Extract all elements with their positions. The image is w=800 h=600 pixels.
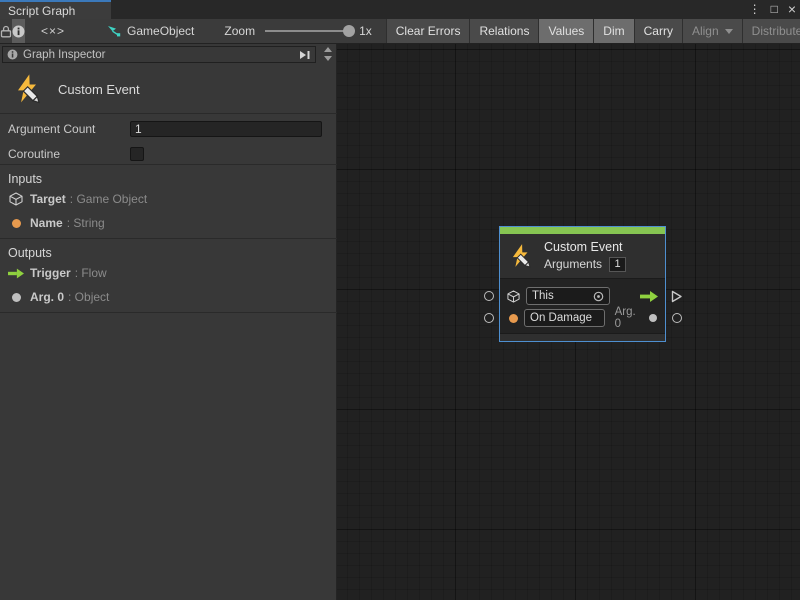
zoom-control: Zoom 1x xyxy=(224,19,371,43)
relations-button[interactable]: Relations xyxy=(469,19,538,43)
dock-panel-icon[interactable] xyxy=(299,50,311,60)
inputs-section: Inputs Target : Game Object Name : Strin… xyxy=(0,164,337,234)
port-row-trigger: Trigger : Flow xyxy=(8,262,337,284)
argument-count-input[interactable]: 1 xyxy=(130,121,322,137)
tab-bar: Script Graph ⋮ □ × xyxy=(0,0,800,19)
zoom-slider[interactable] xyxy=(265,30,353,32)
event-node-green-bar xyxy=(500,227,665,234)
tab-script-graph[interactable]: Script Graph xyxy=(0,0,111,19)
arguments-label: Arguments xyxy=(544,257,602,271)
gameobject-label: GameObject xyxy=(127,24,194,38)
unity-visual-scripting-window: Script Graph ⋮ □ × <×> xyxy=(0,0,800,600)
unit-settings: Argument Count 1 Coroutine xyxy=(0,114,337,164)
graph-inspector-header: Graph Inspector xyxy=(2,46,316,63)
string-dot-icon xyxy=(8,219,24,228)
unit-title-block: Custom Event xyxy=(0,65,337,113)
argument-count-row: Argument Count 1 xyxy=(0,119,337,139)
port-row-arg0: Arg. 0 : Object xyxy=(8,286,337,308)
clear-errors-button[interactable]: Clear Errors xyxy=(386,19,470,43)
node-row-name: On Damage Arg. 0 xyxy=(500,308,665,328)
port-row-name: Name : String xyxy=(8,212,337,234)
string-dot-icon xyxy=(509,314,518,323)
argument-count-label: Argument Count xyxy=(8,122,130,136)
distribute-dropdown-button[interactable]: Distribute xyxy=(742,19,800,43)
input-port-target[interactable] xyxy=(484,291,494,301)
window-controls: ⋮ □ × xyxy=(749,0,796,19)
zoom-slider-handle[interactable] xyxy=(343,25,355,37)
node-row-target: This xyxy=(500,286,665,306)
custom-event-node[interactable]: Custom Event Arguments 1 This xyxy=(499,226,666,342)
input-port-name[interactable] xyxy=(484,313,494,323)
coroutine-checkbox[interactable] xyxy=(130,147,144,161)
inputs-title: Inputs xyxy=(8,172,337,186)
unit-title: Custom Event xyxy=(58,82,140,97)
lock-button[interactable] xyxy=(0,19,12,43)
flow-arrow-icon xyxy=(8,268,24,279)
object-picker-icon[interactable] xyxy=(593,291,604,302)
lock-icon xyxy=(0,25,12,38)
graph-inspector-panel: Graph Inspector Custom Event Arg xyxy=(0,44,337,600)
values-button[interactable]: Values xyxy=(538,19,593,43)
graph-toolbar: <×> GameObject Zoom 1x Clear Errors Rela… xyxy=(0,19,800,44)
coroutine-row: Coroutine xyxy=(0,144,337,164)
tab-label: Script Graph xyxy=(8,4,75,18)
dim-button[interactable]: Dim xyxy=(593,19,633,43)
align-dropdown-button[interactable]: Align xyxy=(682,19,742,43)
cube-icon xyxy=(8,192,24,206)
output-port-arg0[interactable] xyxy=(672,313,682,323)
node-footer xyxy=(500,333,665,341)
output-port-trigger[interactable] xyxy=(671,290,683,306)
graph-inspector-title: Graph Inspector xyxy=(23,49,299,61)
object-dot-icon xyxy=(8,293,24,302)
outputs-title: Outputs xyxy=(8,246,337,260)
event-name-input[interactable]: On Damage xyxy=(524,309,605,327)
coroutine-label: Coroutine xyxy=(8,147,130,161)
inspector-toggle-button[interactable] xyxy=(12,19,25,43)
arg0-label: Arg. 0 xyxy=(615,306,643,330)
divider xyxy=(0,312,337,313)
object-dot-icon xyxy=(649,314,657,322)
target-object-field[interactable]: This xyxy=(526,287,610,305)
code-preview-button[interactable]: <×> xyxy=(41,19,65,43)
close-icon[interactable]: × xyxy=(788,0,796,19)
node-header[interactable]: Custom Event Arguments 1 xyxy=(500,234,665,279)
flow-port-triangle-icon xyxy=(671,290,683,303)
flow-arrow-icon xyxy=(640,291,658,302)
cube-icon xyxy=(507,290,520,303)
toolbar-buttons: Clear Errors Relations Values Dim Carry … xyxy=(386,19,800,43)
zoom-label: Zoom xyxy=(224,24,255,38)
panel-scroll-spinner[interactable] xyxy=(324,47,332,61)
chevron-down-icon xyxy=(725,29,733,34)
gameobject-icon xyxy=(107,25,121,37)
scroll-down-icon[interactable] xyxy=(324,56,332,61)
outputs-section: Outputs Trigger : Flow Arg. 0 : Object xyxy=(0,238,337,308)
code-icon: <×> xyxy=(41,24,65,38)
custom-event-icon xyxy=(12,73,44,105)
zoom-value: 1x xyxy=(359,24,372,38)
carry-button[interactable]: Carry xyxy=(634,19,682,43)
arguments-count-input[interactable]: 1 xyxy=(609,257,626,272)
info-icon xyxy=(12,25,25,38)
port-row-target: Target : Game Object xyxy=(8,188,337,210)
info-icon xyxy=(7,49,18,60)
scroll-up-icon[interactable] xyxy=(324,47,332,52)
gameobject-reference[interactable]: GameObject xyxy=(107,19,194,43)
node-title: Custom Event xyxy=(544,240,626,254)
custom-event-icon xyxy=(508,243,534,269)
node-body: This xyxy=(500,279,665,333)
maximize-icon[interactable]: □ xyxy=(771,0,778,19)
window-menu-icon[interactable]: ⋮ xyxy=(749,0,761,19)
graph-canvas[interactable]: Custom Event Arguments 1 This xyxy=(337,44,800,600)
